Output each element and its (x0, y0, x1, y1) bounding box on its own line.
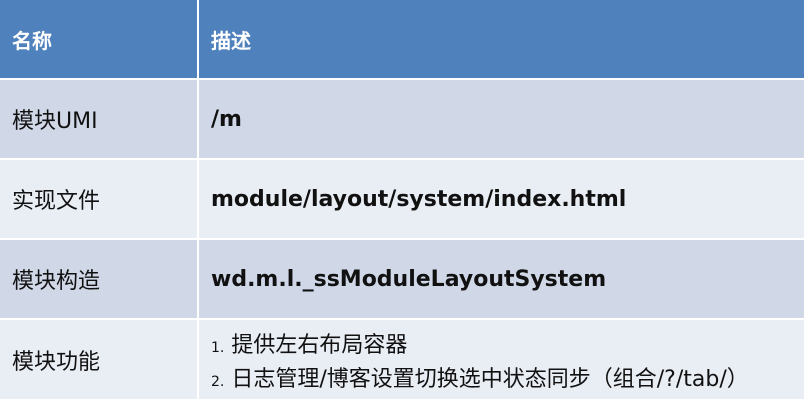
header-col-desc-label: 描述 (211, 28, 251, 53)
info-table: 名称 描述 模块UMI /m 实现文件 module/layout/system… (0, 0, 806, 401)
row-3-name-text: 模块构造 (12, 269, 101, 294)
row-1-desc-text: /m (211, 106, 242, 132)
header-col-name: 名称 (0, 0, 199, 80)
row-2-name-text: 实现文件 (12, 189, 101, 214)
header-col-name-label: 名称 (12, 28, 52, 53)
row-4-name-text: 模块功能 (12, 349, 101, 375)
row-4-desc-item-1-text: 提供左右布局容器 (231, 332, 408, 358)
row-4-desc-item-2: 2. 日志管理/博客设置切换选中状态同步（组合/?/tab/） (211, 361, 749, 393)
row-1-desc: /m (199, 80, 806, 160)
row-4-desc: 1. 提供左右布局容器 2. 日志管理/博客设置切换选中状态同步（组合/?/ta… (199, 320, 806, 401)
row-2-desc-text: module/layout/system/index.html (211, 186, 627, 212)
row-4-name: 模块功能 (0, 320, 199, 401)
row-4-desc-item-1: 1. 提供左右布局容器 (211, 327, 407, 359)
row-4-desc-item-2-text: 日志管理/博客设置切换选中状态同步（组合/?/tab/） (231, 366, 749, 392)
row-2-desc: module/layout/system/index.html (199, 160, 806, 240)
row-1-name-text: 模块UMI (12, 109, 98, 134)
row-4-desc-item-2-number: 2. (211, 373, 225, 390)
row-2-name: 实现文件 (0, 160, 199, 240)
row-3-name: 模块构造 (0, 240, 199, 320)
row-4-desc-item-1-number: 1. (211, 339, 225, 356)
row-3-desc-text: wd.m.l._ssModuleLayoutSystem (211, 266, 607, 292)
header-col-desc: 描述 (199, 0, 806, 80)
row-1-name: 模块UMI (0, 80, 199, 160)
row-3-desc: wd.m.l._ssModuleLayoutSystem (199, 240, 806, 320)
